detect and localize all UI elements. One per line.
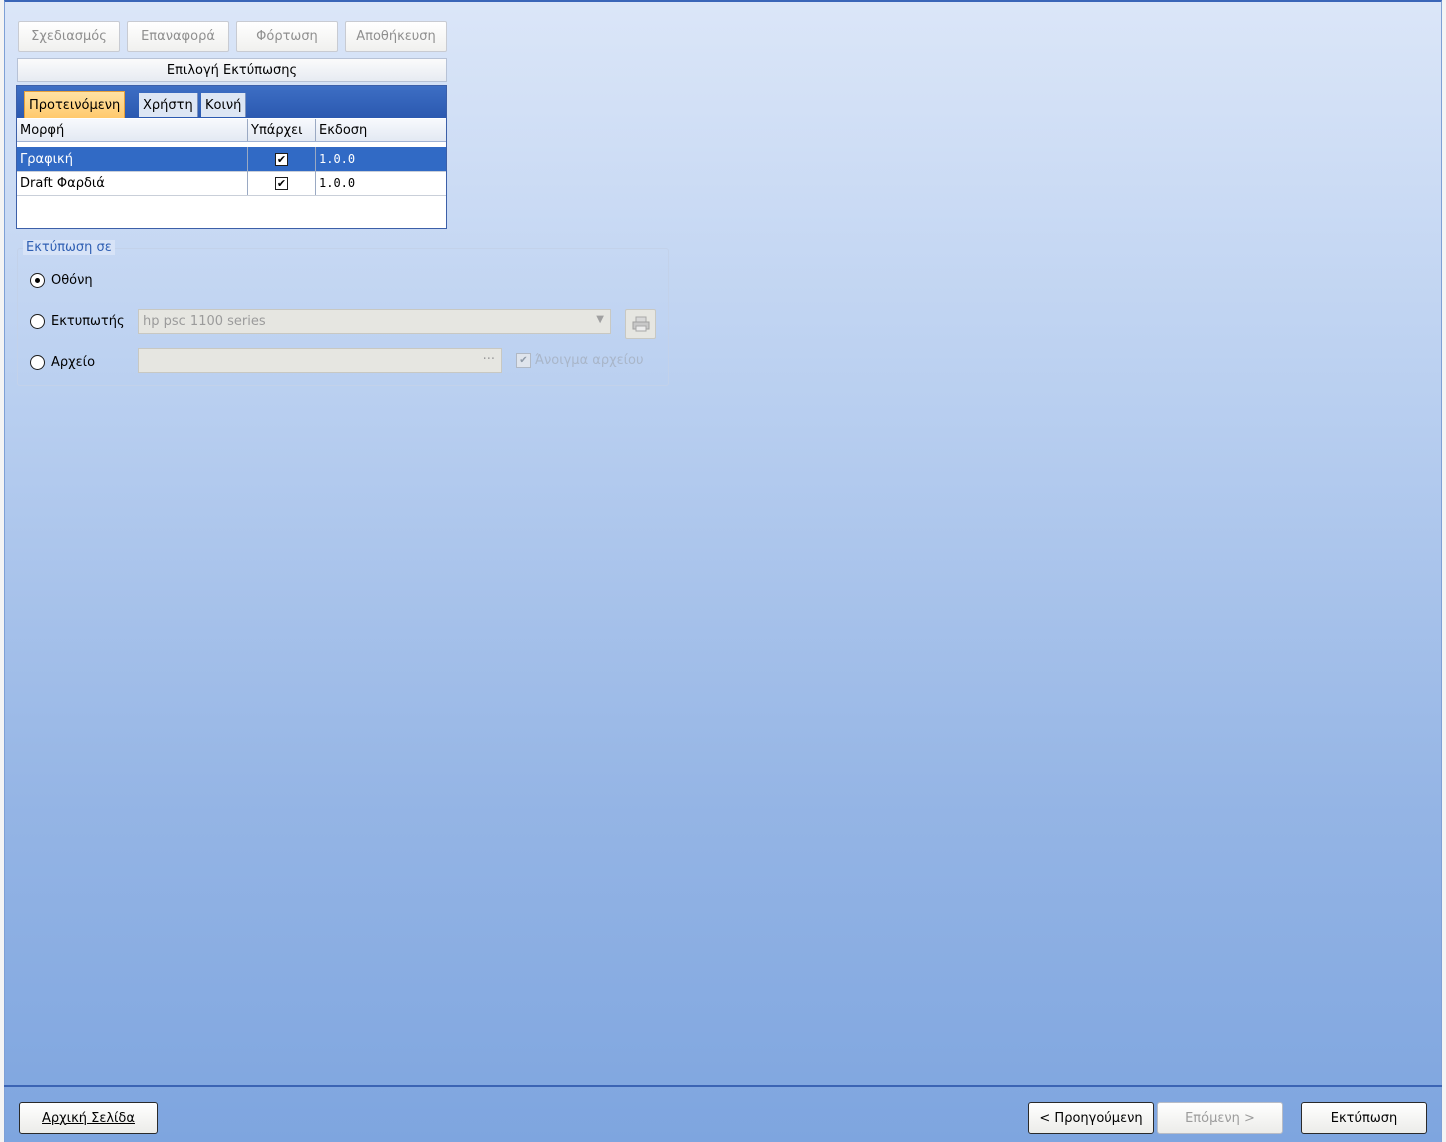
browse-button[interactable]: ··· xyxy=(483,352,495,367)
printer-icon xyxy=(632,316,649,332)
print-selection-header: Επιλογή Εκτύπωσης xyxy=(17,58,447,82)
home-button[interactable]: Αρχική Σελίδα xyxy=(19,1102,158,1134)
cell-format: Draft Φαρδιά xyxy=(20,175,105,191)
table-row[interactable]: Draft Φαρδιά ✔ 1.0.0 xyxy=(17,171,446,196)
cell-version: 1.0.0 xyxy=(315,171,446,195)
printer-value: hp psc 1100 series xyxy=(143,314,266,329)
printer-settings-button[interactable] xyxy=(625,309,656,339)
printer-option[interactable]: Εκτυπωτής xyxy=(30,314,125,329)
tab-user[interactable]: Χρήστη xyxy=(139,93,198,117)
file-option[interactable]: Αρχείο xyxy=(30,355,95,370)
open-file-checkbox[interactable]: ✔ xyxy=(516,353,531,368)
design-button[interactable]: Σχεδιασμός xyxy=(18,21,120,52)
next-label: Επόμενη > xyxy=(1185,1110,1255,1126)
screen-option[interactable]: Οθόνη xyxy=(30,273,93,288)
previous-button[interactable]: < Προηγούμενη xyxy=(1028,1102,1154,1134)
footer-divider xyxy=(4,1085,1442,1087)
printer-select[interactable]: hp psc 1100 series ▼ xyxy=(138,309,611,334)
open-file-label: Άνοιγμα αρχείου xyxy=(535,353,644,368)
previous-label: < Προηγούμενη xyxy=(1039,1110,1143,1126)
screen-radio[interactable] xyxy=(30,273,45,288)
file-path-input[interactable]: ··· xyxy=(138,348,502,373)
column-header-exists[interactable]: Υπάρχει xyxy=(247,119,315,141)
home-label: Αρχική Σελίδα xyxy=(42,1110,135,1126)
screen-label: Οθόνη xyxy=(51,273,93,288)
file-radio[interactable] xyxy=(30,355,45,370)
print-to-title: Εκτύπωση σε xyxy=(23,240,115,255)
cell-exists: ✔ xyxy=(247,171,315,195)
chevron-down-icon: ▼ xyxy=(596,314,604,325)
tab-strip: Προτεινόμενη Χρήστη Κοινή xyxy=(17,86,446,120)
tab-common[interactable]: Κοινή xyxy=(201,93,247,117)
printer-radio[interactable] xyxy=(30,314,45,329)
print-format-panel: Προτεινόμενη Χρήστη Κοινή Μορφή Υπάρχει … xyxy=(16,85,447,229)
column-header-version[interactable]: Εκδοση xyxy=(315,119,446,141)
save-button[interactable]: Αποθήκευση xyxy=(345,21,447,52)
print-selection-title: Επιλογή Εκτύπωσης xyxy=(166,62,298,78)
grid-header: Μορφή Υπάρχει Εκδοση xyxy=(17,118,446,142)
load-button[interactable]: Φόρτωση xyxy=(236,21,338,52)
cell-exists: ✔ xyxy=(247,147,315,171)
file-label: Αρχείο xyxy=(51,355,96,370)
print-label: Εκτύπωση xyxy=(1330,1110,1398,1126)
next-button[interactable]: Επόμενη > xyxy=(1157,1102,1283,1134)
exists-checkbox[interactable]: ✔ xyxy=(275,152,288,166)
print-button[interactable]: Εκτύπωση xyxy=(1301,1102,1427,1134)
exists-checkbox[interactable]: ✔ xyxy=(275,176,288,190)
table-row[interactable]: Γραφική ✔ 1.0.0 xyxy=(17,147,446,172)
cell-version: 1.0.0 xyxy=(315,147,446,171)
open-file-option[interactable]: ✔ Άνοιγμα αρχείου xyxy=(516,353,644,368)
cell-format: Γραφική xyxy=(20,151,73,167)
reset-button[interactable]: Επαναφορά xyxy=(127,21,229,52)
column-header-format[interactable]: Μορφή xyxy=(17,119,247,141)
tab-suggested[interactable]: Προτεινόμενη xyxy=(24,91,126,120)
printer-label: Εκτυπωτής xyxy=(51,314,125,329)
